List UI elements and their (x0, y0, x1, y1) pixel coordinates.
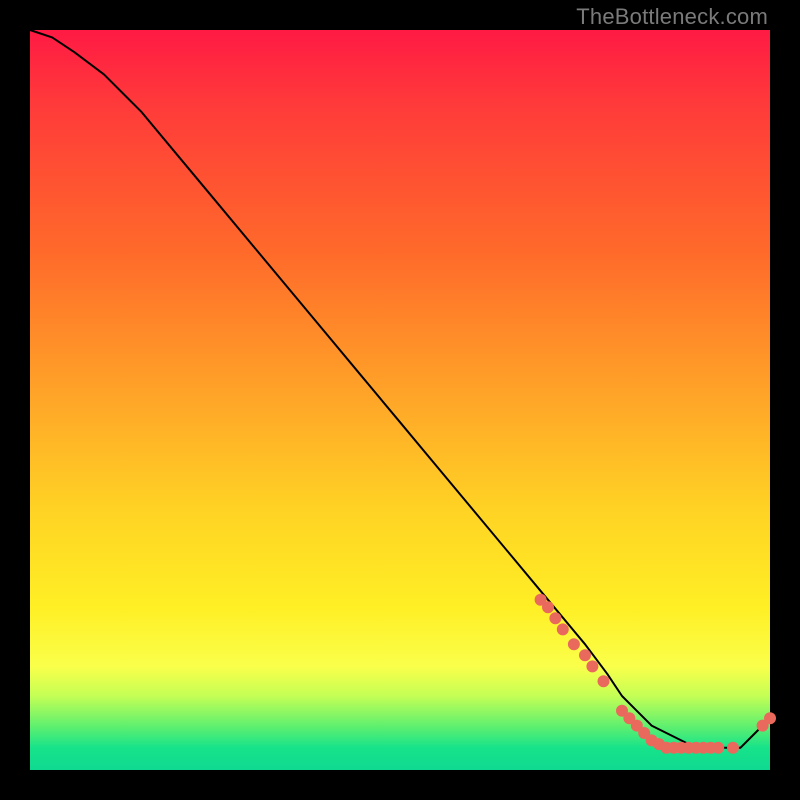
curve-marker (712, 742, 724, 754)
curve-marker (764, 712, 776, 724)
chart-overlay-svg (30, 30, 770, 770)
watermark-text: TheBottleneck.com (576, 4, 768, 30)
curve-marker (568, 638, 580, 650)
curve-marker (557, 623, 569, 635)
chart-stage: TheBottleneck.com (0, 0, 800, 800)
plot-area (30, 30, 770, 770)
curve-marker (549, 612, 561, 624)
curve-marker (598, 675, 610, 687)
curve-marker (586, 660, 598, 672)
curve-marker (542, 601, 554, 613)
curve-marker (727, 742, 739, 754)
curve-marker (579, 649, 591, 661)
curve-markers (535, 594, 776, 754)
bottleneck-curve (30, 30, 770, 748)
